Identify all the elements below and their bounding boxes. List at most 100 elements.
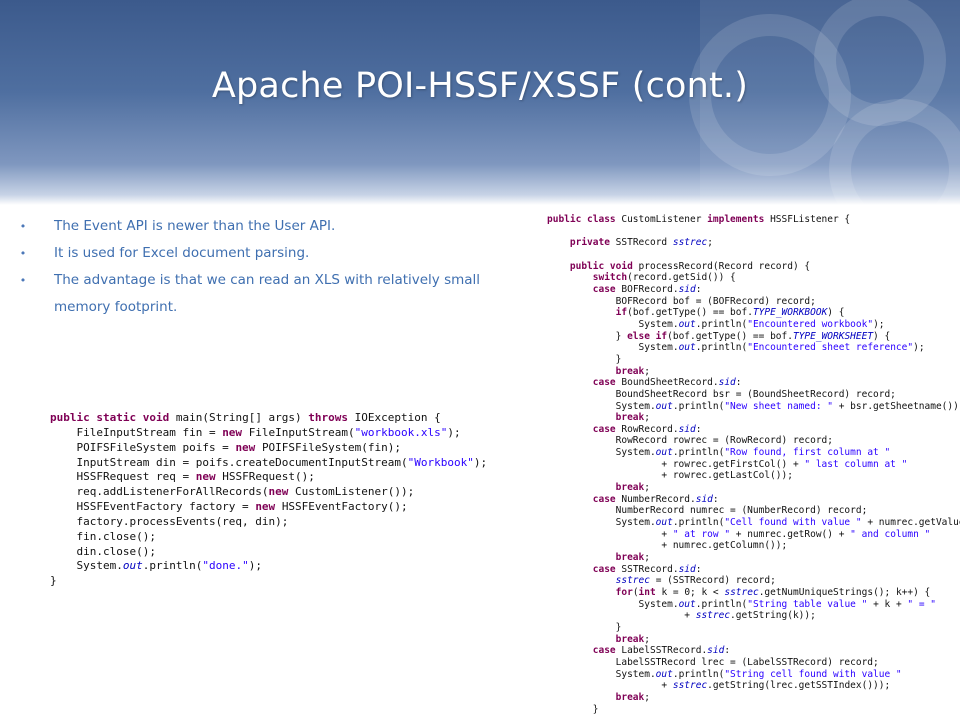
code-token: ) { xyxy=(827,307,845,319)
code-line: + sstrec.getString(k)); xyxy=(547,610,960,622)
code-token: "New sheet named: " xyxy=(724,400,839,412)
code-token: .println( xyxy=(672,517,725,529)
code-token: System. xyxy=(547,400,656,412)
code-token: : xyxy=(712,493,719,505)
code-token: case xyxy=(592,377,622,389)
code-token: = (SSTRecord) record; xyxy=(655,575,776,587)
code-token: case xyxy=(592,493,622,505)
code-token: "Cell found with value " xyxy=(724,517,868,529)
code-token: TYPE_WORKBOOK xyxy=(752,307,828,319)
code-token: new xyxy=(195,470,223,484)
code-token: ); xyxy=(447,425,461,439)
code-token: new xyxy=(222,425,249,439)
code-line: RowRecord rowrec = (RowRecord) record; xyxy=(547,435,960,447)
code-token: System. xyxy=(547,318,679,330)
code-token: } xyxy=(547,353,622,365)
code-line: } xyxy=(547,704,960,716)
code-token: for xyxy=(615,587,633,598)
bullet-list: • The Event API is newer than the User A… xyxy=(18,213,528,321)
code-token: sstrec xyxy=(695,610,731,622)
code-token: System. xyxy=(547,342,679,354)
bullet-item: • It is used for Excel document parsing. xyxy=(18,240,528,267)
code-line: break; xyxy=(547,482,960,494)
code-token: sstrec xyxy=(615,575,656,587)
code-line: fin.close(); xyxy=(50,530,487,545)
code-line: + rowrec.getFirstCol() + " last column a… xyxy=(547,459,960,471)
code-token: if xyxy=(615,307,628,319)
code-token: HSSFListener { xyxy=(770,214,851,225)
code-token: " at row " xyxy=(672,528,736,540)
code-line: case SSTRecord.sid: xyxy=(547,564,960,576)
code-token: BoundSheetRecord bsr = (BoundSheetRecord… xyxy=(547,388,896,400)
code-token: System. xyxy=(547,668,656,680)
code-line: FileInputStream fin = new FileInputStrea… xyxy=(50,426,487,441)
bullet-dot-icon: • xyxy=(19,247,27,260)
code-token: sid xyxy=(695,493,713,505)
code-line: break; xyxy=(547,692,960,704)
code-token: " and column " xyxy=(850,528,931,540)
code-token: "done." xyxy=(202,559,249,573)
code-line: + rowrec.getLastCol()); xyxy=(547,470,960,482)
custom-listener-code-block: public class CustomListener implements H… xyxy=(547,214,960,715)
code-token: " = " xyxy=(907,598,936,610)
code-token: HSSFEventFactory(); xyxy=(281,500,408,514)
code-line: din.close(); xyxy=(50,545,487,560)
code-line: case NumberRecord.sid: xyxy=(547,494,960,506)
code-line: public void processRecord(Record record)… xyxy=(547,261,960,273)
code-token: HSSFRequest(); xyxy=(222,470,315,484)
bullet-text: It is used for Excel document parsing. xyxy=(54,245,310,261)
code-line: HSSFEventFactory factory = new HSSFEvent… xyxy=(50,500,487,515)
code-token: NumberRecord numrec = (NumberRecord) rec… xyxy=(547,505,868,517)
code-token: .println( xyxy=(672,447,725,459)
code-line: private SSTRecord sstrec; xyxy=(547,237,960,249)
bullet-item: • The Event API is newer than the User A… xyxy=(18,213,528,240)
code-line: } xyxy=(547,622,960,634)
code-token: ; xyxy=(644,633,650,645)
code-line: System.out.println("New sheet named: " +… xyxy=(547,401,960,413)
code-line: factory.processEvents(req, din); xyxy=(50,515,487,530)
code-token: : xyxy=(695,283,702,295)
code-line: System.out.println("done."); xyxy=(50,559,487,574)
code-token: .println( xyxy=(672,400,725,412)
code-token: k = 0; k < xyxy=(661,587,725,598)
code-token: POIFSFileSystem(fin); xyxy=(261,440,402,454)
code-token: ) { xyxy=(873,330,891,342)
code-line: switch(record.getSid()) { xyxy=(547,272,960,284)
code-token: + xyxy=(547,680,673,692)
code-token: .println( xyxy=(142,559,203,573)
code-token: out xyxy=(655,517,673,529)
code-token: IOException { xyxy=(354,411,441,424)
code-token: BoundSheetRecord. xyxy=(621,377,719,389)
code-token: int xyxy=(638,587,662,598)
code-token: "Workbook" xyxy=(407,455,474,469)
code-line: NumberRecord numrec = (NumberRecord) rec… xyxy=(547,505,960,517)
code-line: + numrec.getColumn()); xyxy=(547,540,960,552)
code-line: HSSFRequest req = new HSSFRequest(); xyxy=(50,470,487,485)
code-token: HSSFEventFactory factory = xyxy=(50,500,256,514)
code-token: System. xyxy=(547,598,679,610)
code-token: + k + xyxy=(873,598,908,610)
bullet-dot-icon: • xyxy=(19,274,27,287)
slide-title: Apache POI-HSSF/XSSF (cont.) xyxy=(211,66,749,106)
code-token: + numrec.getValue() xyxy=(867,517,960,529)
code-line: System.out.println("String table value "… xyxy=(547,599,960,611)
code-line: BOFRecord bof = (BOFRecord) record; xyxy=(547,296,960,308)
code-token: ); xyxy=(248,559,262,573)
code-token: ); xyxy=(913,342,925,354)
code-token: sid xyxy=(678,563,696,575)
code-line: BoundSheetRecord bsr = (BoundSheetRecord… xyxy=(547,389,960,401)
code-token: RowRecord. xyxy=(621,423,679,435)
code-token: throws xyxy=(308,411,355,424)
code-token: + bsr.getSheetname()); xyxy=(838,400,960,412)
code-token: sstrec xyxy=(672,680,708,692)
code-line: System.out.println("String cell found wi… xyxy=(547,669,960,681)
